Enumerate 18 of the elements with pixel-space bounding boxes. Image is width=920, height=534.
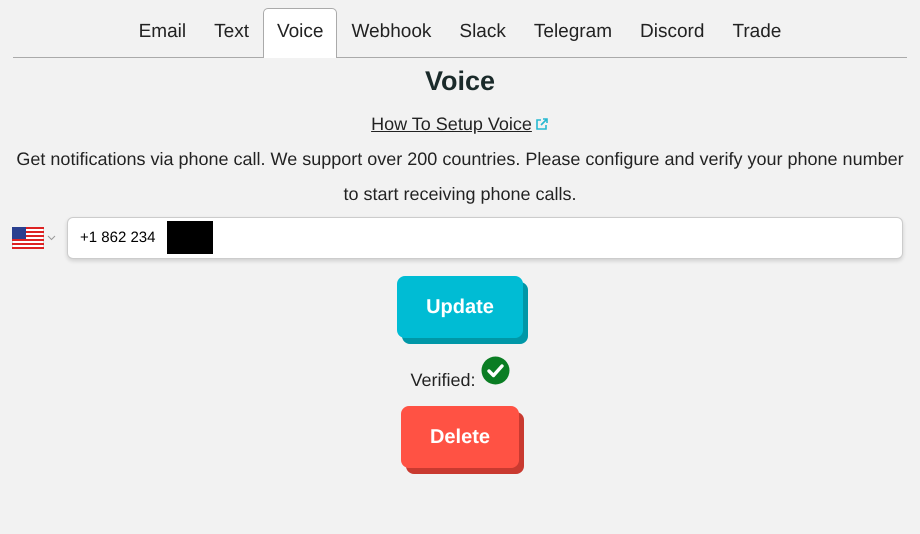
flag-icon [12,226,44,248]
country-select[interactable] [12,226,56,248]
description-text: Get notifications via phone call. We support over 200 countries. Please configure and verify your phone number to start receiving phone calls. [15,148,905,206]
tab[interactable]: Slack [445,8,520,58]
page-heading: Voice [424,64,496,98]
phone-field[interactable]: +1 862 234 [67,216,903,258]
tab[interactable]: Discord [626,8,718,58]
verified-label: Verified: [410,368,476,390]
tab[interactable]: Telegram [520,8,626,58]
tab[interactable]: Text [200,8,263,58]
external-link-icon [534,116,549,130]
caret-icon [47,234,56,240]
setup-link[interactable]: How To Setup Voice [371,114,532,134]
tab[interactable]: Trade [718,8,796,58]
tab[interactable]: Voice [262,8,338,58]
tab[interactable]: Email [124,8,200,58]
tab[interactable]: Webhook [337,8,446,58]
redaction-block [167,220,213,254]
